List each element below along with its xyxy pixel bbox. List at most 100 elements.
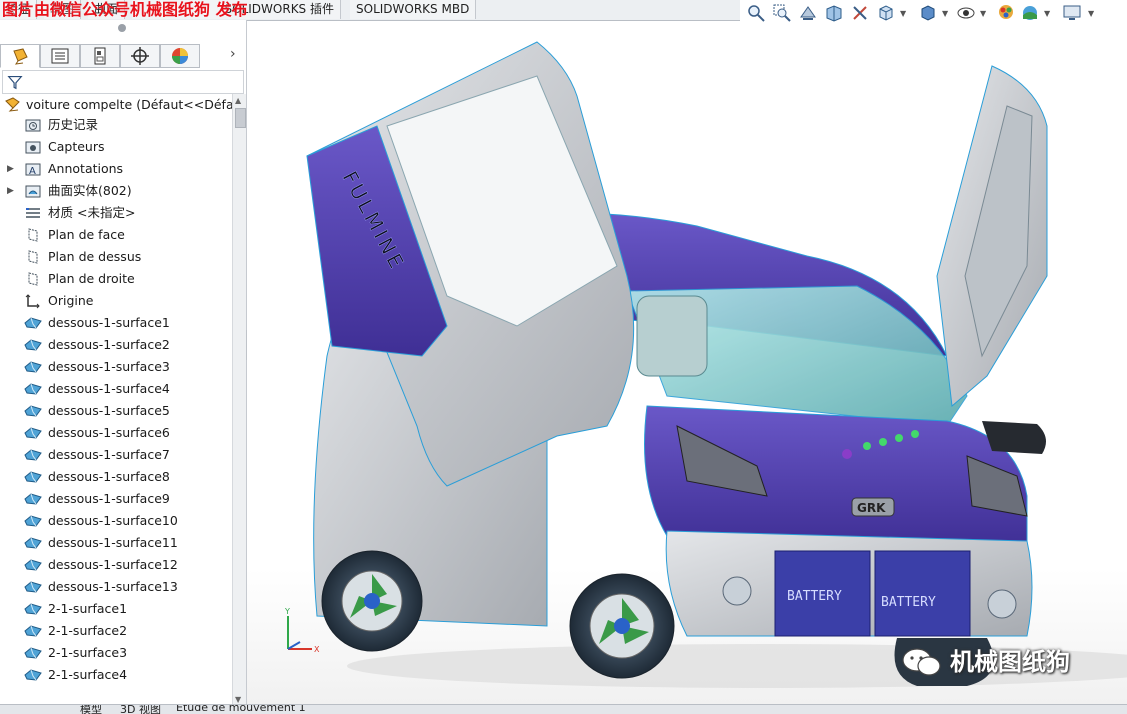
display-manager-icon [172,48,188,64]
tree-item-label: dessous-1-surface10 [48,513,178,528]
chevron-down-icon[interactable]: ▼ [1088,9,1094,18]
tree-item[interactable]: dessous-1-surface5 [0,400,232,422]
triad-x-label: X [314,645,320,654]
tree-item-label: dessous-1-surface13 [48,579,178,594]
surface-icon [24,513,42,529]
tree-item[interactable]: dessous-1-surface9 [0,488,232,510]
chevron-down-icon[interactable]: ▼ [900,9,906,18]
tree-item[interactable]: dessous-1-surface4 [0,378,232,400]
chevron-down-icon[interactable]: ▼ [942,9,948,18]
tree-item-label: 2-1-surface1 [48,601,128,616]
expand-arrow-icon[interactable]: ▶ [7,158,14,180]
tree-item-label: 材质 <未指定> [48,205,136,220]
origin-icon [24,293,42,309]
scroll-down-icon[interactable]: ▼ [235,695,241,704]
surface-icon [24,403,42,419]
tree-item[interactable]: dessous-1-surface6 [0,422,232,444]
tree-item[interactable]: dessous-1-surface11 [0,532,232,554]
plane-icon [24,271,42,287]
previous-view-icon[interactable] [798,3,818,23]
tree-item[interactable]: 2-1-surface2 [0,620,232,642]
surface-icon [24,359,42,375]
graphics-viewport[interactable]: BATTERY BATTERY GRK FULMINE Y X [247,26,1127,704]
tree-item[interactable]: 2-1-surface3 [0,642,232,664]
tab-configuration-manager[interactable] [80,44,120,68]
tree-item[interactable]: dessous-1-surface3 [0,356,232,378]
tree-item-label: dessous-1-surface11 [48,535,178,550]
watermark-bottom-text: 机械图纸狗 [950,648,1070,676]
part-icon [5,97,20,112]
section-view-icon[interactable] [824,3,844,23]
tree-item[interactable]: 材质 <未指定> [0,202,232,224]
tree-item[interactable]: 2-1-surface1 [0,598,232,620]
tree-item[interactable]: dessous-1-surface10 [0,510,232,532]
tab-feature-manager[interactable] [0,44,40,68]
tree-item-label: dessous-1-surface9 [48,491,170,506]
tree-item[interactable]: Origine [0,290,232,312]
tree-item[interactable]: Capteurs [0,136,232,158]
tree-item[interactable]: Plan de dessus [0,246,232,268]
feature-tree: voiture compelte (Défaut<<Défaut 历史记录 Cap… [0,94,232,706]
tree-scrollbar[interactable]: ▲ ▼ [232,94,246,706]
zoom-to-area-icon[interactable] [772,3,792,23]
tab-dimxpert-manager[interactable] [120,44,160,68]
scroll-up-icon[interactable]: ▲ [235,96,241,105]
tree-item-label: Plan de droite [48,271,135,286]
tree-item[interactable]: 2-1-surface4 [0,664,232,686]
view-settings-icon[interactable] [1062,3,1082,23]
tree-item[interactable]: dessous-1-surface2 [0,334,232,356]
battery-right-label: BATTERY [881,595,936,610]
tree-item[interactable]: dessous-1-surface13 [0,576,232,598]
tree-item[interactable]: dessous-1-surface1 [0,312,232,334]
chevron-right-icon[interactable]: › [230,46,236,62]
tab-display-manager[interactable] [160,44,200,68]
tree-item-label: dessous-1-surface2 [48,337,170,352]
filter-icon[interactable] [6,73,24,91]
history-icon [24,117,42,133]
surface-icon [24,557,42,573]
tree-item-label: dessous-1-surface7 [48,447,170,462]
plane-icon [24,249,42,265]
tree-item[interactable]: dessous-1-surface12 [0,554,232,576]
tab-property-manager[interactable] [40,44,80,68]
tree-root-label: voiture compelte (Défaut<<Défaut [25,97,232,112]
view-orientation-icon[interactable] [876,3,896,23]
scroll-thumb[interactable] [235,108,246,128]
panel-handle[interactable] [118,24,126,32]
tree-item-label: dessous-1-surface6 [48,425,170,440]
tree-item[interactable]: dessous-1-surface7 [0,444,232,466]
chevron-down-icon[interactable]: ▼ [980,9,986,18]
tree-item-label: Plan de face [48,227,125,242]
tree-item[interactable]: Plan de droite [0,268,232,290]
apply-scene-icon[interactable] [1020,3,1040,23]
surface-icon [24,535,42,551]
edit-appearance-icon[interactable] [996,3,1016,23]
configuration-manager-icon [94,47,106,65]
tree-item[interactable]: Plan de face [0,224,232,246]
feature-manager-panel: › voiture compelte (Défaut<<Défaut 历史记录 C… [0,20,247,713]
dynamic-annotation-icon[interactable] [850,3,870,23]
surface-icon [24,623,42,639]
tree-item[interactable]: ▶ A Annotations [0,158,232,180]
zoom-to-fit-icon[interactable] [746,3,766,23]
surface-icon [24,469,42,485]
chevron-down-icon[interactable]: ▼ [1044,9,1050,18]
expand-arrow-icon[interactable]: ▶ [7,180,14,202]
svg-text:A: A [29,166,36,177]
wechat-icon [902,648,941,676]
surface-bodies-icon [24,183,42,199]
property-manager-icon [51,48,69,64]
front-badge: GRK [857,501,886,515]
tree-root-part[interactable]: voiture compelte (Défaut<<Défaut [4,96,232,114]
tree-item[interactable]: ▶ 曲面实体(802) [0,180,232,202]
filter-bar[interactable] [2,70,244,94]
battery-left-label: BATTERY [787,589,842,604]
hide-show-items-icon[interactable] [956,3,976,23]
plane-icon [24,227,42,243]
tab-solidworks-mbd[interactable]: SOLIDWORKS MBD [350,0,477,19]
tree-item-label: Capteurs [48,139,105,154]
dimxpert-icon [131,47,149,65]
tree-item[interactable]: dessous-1-surface8 [0,466,232,488]
display-style-icon[interactable] [918,3,938,23]
tree-item[interactable]: 历史记录 [0,114,232,136]
